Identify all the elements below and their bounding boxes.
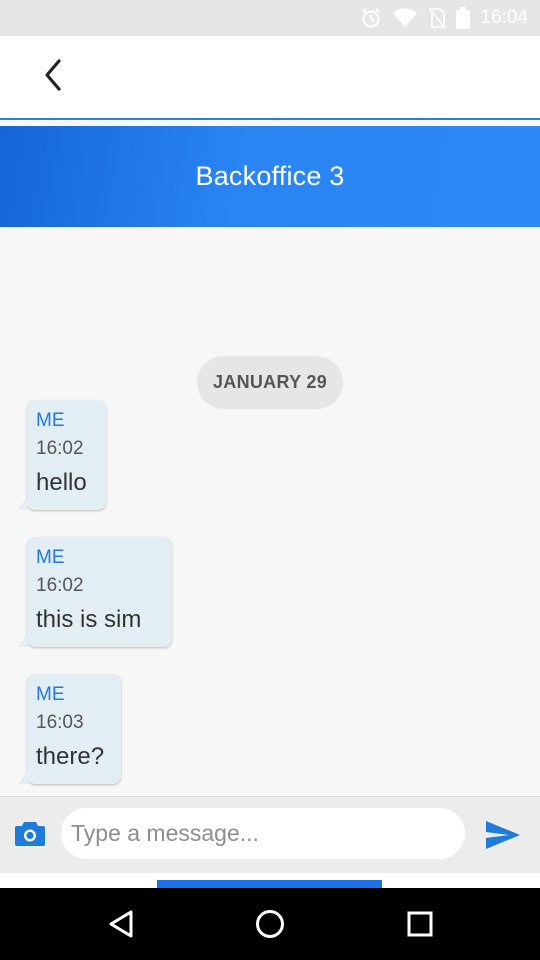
message-sender: ME <box>36 684 65 705</box>
message-bubble[interactable]: ME 16:02 this is sim <box>18 537 172 647</box>
message-text: this is sim <box>36 606 142 633</box>
message-text: there? <box>36 743 105 770</box>
message-time: 16:02 <box>36 438 84 459</box>
nav-recents-icon <box>400 911 440 948</box>
back-button[interactable] <box>30 54 76 100</box>
camera-icon <box>14 822 46 851</box>
nav-back-button[interactable] <box>101 904 141 944</box>
send-button[interactable] <box>485 820 521 850</box>
no-sim-icon <box>428 7 447 29</box>
message-sender: ME <box>36 410 65 431</box>
status-icons: 16:04 <box>360 6 528 30</box>
status-bar: 16:04 <box>0 0 540 36</box>
message-time: 16:03 <box>36 712 84 733</box>
chat-title: Backoffice 3 <box>195 161 345 191</box>
wifi-icon <box>392 8 418 28</box>
system-nav-bar <box>0 888 540 960</box>
message-composer <box>0 796 540 874</box>
nav-back-icon <box>101 910 141 948</box>
nav-recents-button[interactable] <box>400 904 440 944</box>
battery-icon <box>456 7 471 29</box>
nav-home-icon <box>250 910 290 948</box>
message-sender: ME <box>36 547 65 568</box>
send-icon <box>485 821 521 854</box>
nav-home-button[interactable] <box>250 904 290 944</box>
chat-header: Backoffice 3 <box>0 126 540 227</box>
alarm-icon <box>360 7 382 29</box>
back-arrow-icon <box>41 57 65 98</box>
message-bubble[interactable]: ME 16:02 hello <box>18 400 106 510</box>
message-bubble[interactable]: ME 16:03 there? <box>18 674 121 784</box>
message-input[interactable] <box>61 808 465 859</box>
tab-indicator <box>157 880 382 888</box>
date-separator: JANUARY 29 <box>197 356 343 409</box>
bottom-strip <box>0 873 540 888</box>
camera-button[interactable] <box>14 819 46 849</box>
message-list[interactable]: JANUARY 29 ME 16:02 hello ME 16:02 this … <box>0 227 540 796</box>
message-text: hello <box>36 469 87 496</box>
app-bar <box>0 36 540 120</box>
status-time: 16:04 <box>480 7 528 28</box>
message-time: 16:02 <box>36 575 84 596</box>
